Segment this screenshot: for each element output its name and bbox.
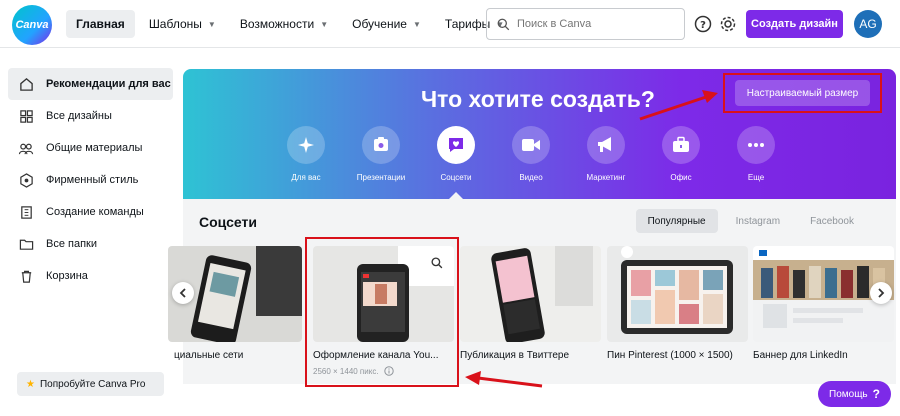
question-icon: ? [872, 387, 880, 401]
annotation-arrow-top [639, 90, 718, 121]
help-label: Помощь [829, 388, 868, 400]
annotation-arrow-bottom [465, 371, 543, 388]
help-button[interactable]: Помощь ? [818, 381, 891, 407]
annotation-arrows [465, 90, 718, 388]
